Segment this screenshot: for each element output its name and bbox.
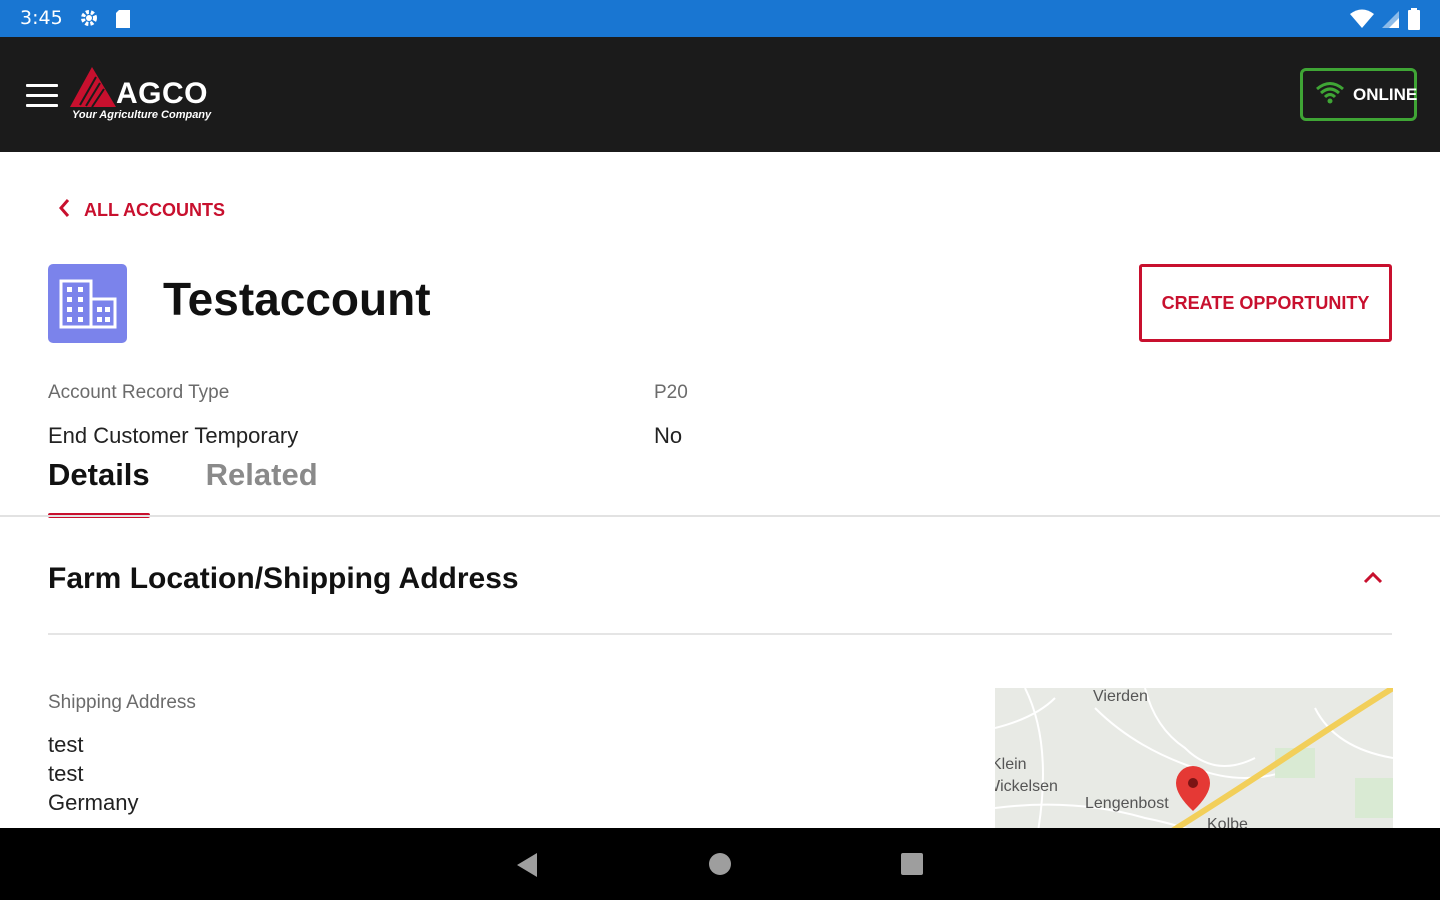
tab-bar: Details Related xyxy=(48,457,318,518)
field-label-end-customer: End Customer Temporary xyxy=(48,423,299,448)
create-opportunity-button[interactable]: CREATE OPPORTUNITY xyxy=(1139,264,1392,342)
sd-card-icon xyxy=(115,9,131,33)
menu-icon[interactable] xyxy=(26,84,58,108)
section-divider xyxy=(48,633,1392,635)
battery-icon xyxy=(1408,8,1420,34)
map-label: Klein xyxy=(995,756,1027,773)
shipping-address-line: Germany xyxy=(48,790,139,815)
wifi-online-icon xyxy=(1315,80,1345,109)
shipping-address-label: Shipping Address xyxy=(48,692,196,713)
chevron-up-icon[interactable] xyxy=(1362,570,1384,589)
status-icons xyxy=(1350,8,1420,34)
field-label-record-type: Account Record Type xyxy=(48,382,230,403)
home-circle-icon[interactable] xyxy=(708,852,732,880)
wifi-icon xyxy=(1350,9,1374,33)
tabs-divider xyxy=(0,515,1440,517)
field-value-end-customer: No xyxy=(654,423,683,448)
brand-tagline: Your Agriculture Company xyxy=(72,109,212,121)
map-label: Wickelsen xyxy=(995,778,1058,795)
map-roads xyxy=(995,688,1393,828)
system-nav-bar xyxy=(0,828,1440,900)
app-bar: AGCO Your Agriculture Company ONLINE xyxy=(0,37,1440,152)
map-label: Lengenbost xyxy=(1085,795,1169,812)
chevron-left-icon xyxy=(58,198,70,223)
online-status-button[interactable]: ONLINE xyxy=(1300,68,1417,121)
field-value-record-type: P20 xyxy=(654,382,688,403)
status-time: 3:45 xyxy=(20,7,63,29)
back-to-accounts-link[interactable]: ALL ACCOUNTS xyxy=(58,198,225,223)
location-map[interactable]: Vierden Klein Wickelsen Lengenbost Kolbe xyxy=(995,688,1393,828)
brand-name: AGCO xyxy=(116,77,208,110)
account-name: Testaccount xyxy=(163,273,431,325)
map-label: Kolbe xyxy=(1207,816,1248,828)
agco-triangle-icon xyxy=(70,67,116,108)
shipping-address-line: test xyxy=(48,761,84,786)
back-triangle-icon[interactable] xyxy=(515,852,539,882)
online-label: ONLINE xyxy=(1353,84,1418,104)
signal-icon xyxy=(1382,9,1400,33)
section-title: Farm Location/Shipping Address xyxy=(48,562,519,595)
agco-logo: AGCO Your Agriculture Company xyxy=(70,65,240,127)
shipping-address-line: test xyxy=(48,732,84,757)
account-building-icon xyxy=(48,264,127,343)
back-label: ALL ACCOUNTS xyxy=(84,200,225,220)
account-detail: ALL ACCOUNTS Testaccount CREATE OPPORTUN… xyxy=(0,152,1440,828)
recents-square-icon[interactable] xyxy=(901,853,923,879)
tab-details[interactable]: Details xyxy=(48,457,150,518)
tab-related[interactable]: Related xyxy=(206,457,318,517)
gear-icon xyxy=(79,8,99,32)
status-bar: 3:45 xyxy=(0,0,1440,37)
map-label: Vierden xyxy=(1093,688,1148,705)
